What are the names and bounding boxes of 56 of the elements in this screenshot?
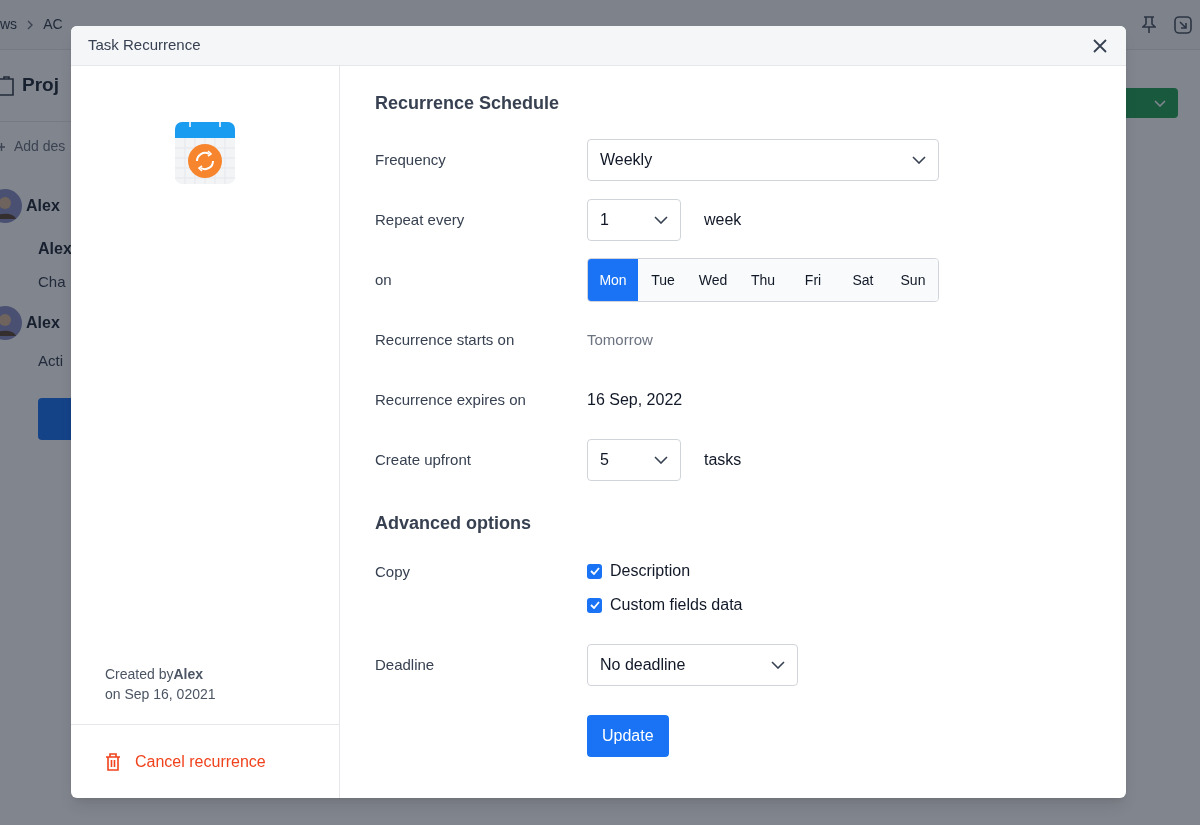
field-label: Recurrence expires on <box>375 389 527 410</box>
plus-icon <box>0 141 6 152</box>
field-label: Copy <box>375 562 412 582</box>
author-name: Alex <box>26 196 60 216</box>
chevron-down-icon <box>654 216 668 224</box>
author-name: Alex <box>26 312 60 333</box>
created-by-label: Created by <box>105 665 174 684</box>
exit-icon[interactable] <box>1174 15 1192 34</box>
day-toggle[interactable]: Sun <box>888 259 938 301</box>
cancel-recurrence-button[interactable]: Cancel recurrence <box>105 749 266 774</box>
activity-text: Cha <box>38 272 67 292</box>
update-button[interactable]: Update <box>587 715 669 757</box>
field-label: Repeat every <box>375 209 466 230</box>
day-toggle[interactable]: Fri <box>788 259 838 301</box>
field-label: Frequency <box>375 149 447 170</box>
day-toggle[interactable]: Sat <box>838 259 888 301</box>
expiry-value: 16 Sep, 2022 <box>587 390 683 410</box>
breadcrumb-link[interactable]: ws <box>0 14 18 35</box>
creator-name: Alex <box>173 665 204 684</box>
checkbox[interactable] <box>587 563 602 579</box>
day-toggle[interactable]: Thu <box>738 259 788 301</box>
section-heading: Recurrence Schedule <box>375 92 561 115</box>
breadcrumb-link[interactable]: AC <box>43 14 63 35</box>
field-label: Recurrence starts on <box>375 329 516 350</box>
day-toggle[interactable]: Wed <box>688 259 738 301</box>
chevron-down-icon <box>654 456 668 464</box>
dialog-title: Task Recurrence <box>88 35 201 56</box>
clipboard-icon <box>0 75 14 96</box>
unit-label: week <box>704 210 742 230</box>
close-button[interactable] <box>1092 37 1108 54</box>
deadline-select[interactable]: No deadline <box>587 644 798 686</box>
checkbox-label: Description <box>610 561 691 581</box>
day-toggle[interactable]: Tue <box>638 259 688 301</box>
created-date: on Sep 16, 02021 <box>105 685 217 704</box>
field-label: Deadline <box>375 654 436 675</box>
start-value: Tomorrow <box>587 329 653 350</box>
calendar-recurrence-icon <box>175 122 235 184</box>
trash-icon <box>105 752 121 771</box>
author-name: Alex <box>38 239 73 259</box>
number-select[interactable]: 1 <box>587 199 681 241</box>
unit-label: tasks <box>704 450 742 470</box>
chevron-right-icon <box>27 19 34 30</box>
page-title: Proj <box>22 73 59 98</box>
chevron-down-icon <box>912 156 926 164</box>
number-select[interactable]: 5 <box>587 439 681 481</box>
activity-text: Acti <box>38 350 64 371</box>
field-label: on <box>375 269 393 290</box>
field-label: Create upfront <box>375 449 472 470</box>
day-toggle[interactable]: Mon <box>588 259 638 301</box>
chevron-down-icon <box>771 661 785 669</box>
chevron-down-icon <box>1154 99 1166 107</box>
checkbox-label: Custom fields data <box>610 595 743 615</box>
pin-icon[interactable] <box>1142 15 1156 34</box>
checkbox[interactable] <box>587 597 602 613</box>
section-heading: Advanced options <box>375 512 532 535</box>
frequency-select[interactable]: Weekly <box>587 139 939 181</box>
